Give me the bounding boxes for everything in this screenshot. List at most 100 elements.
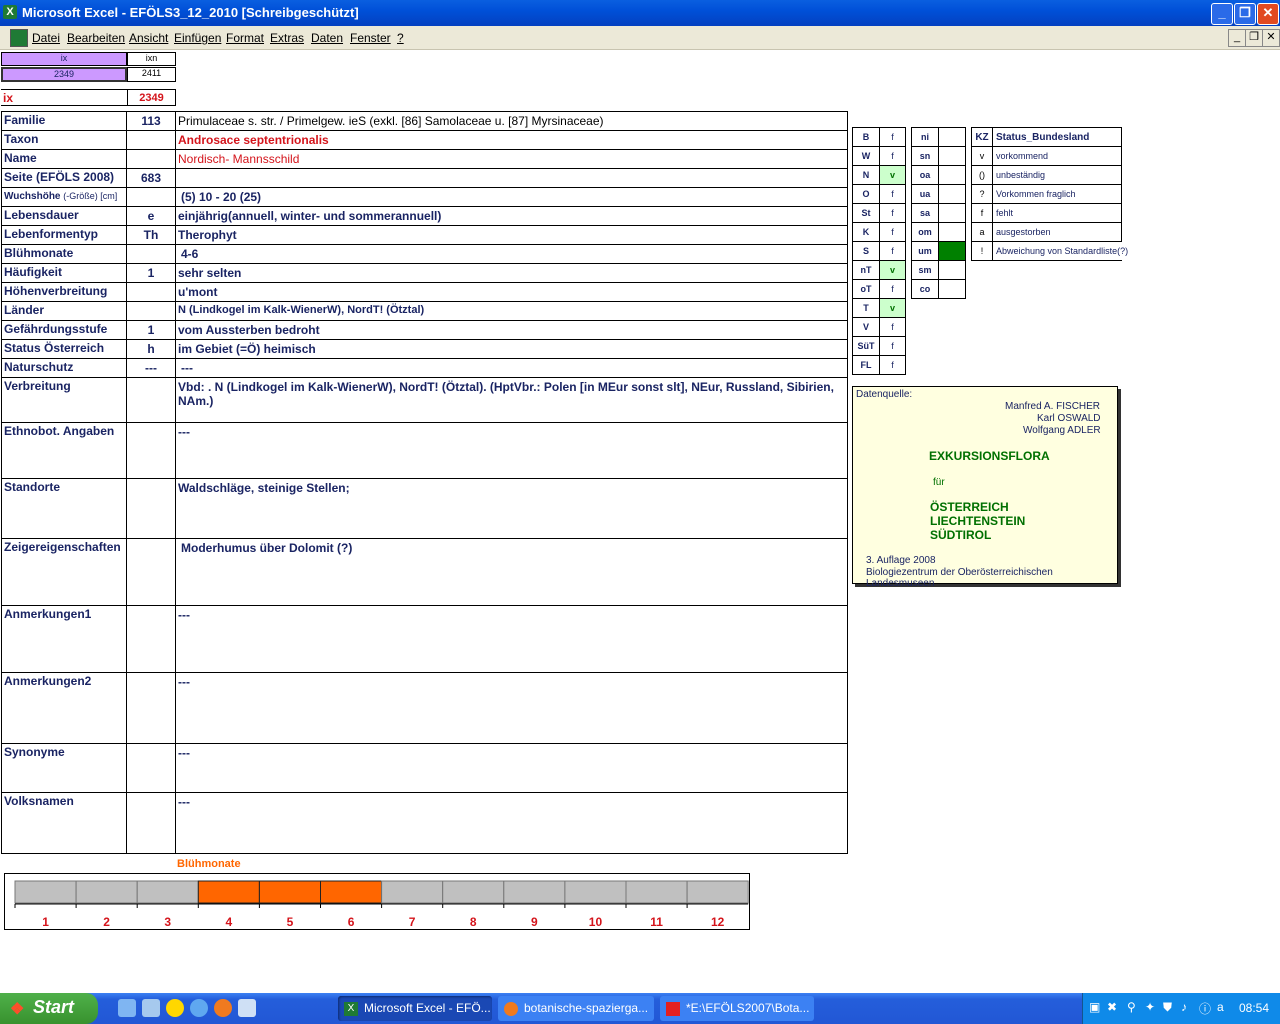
language-icon[interactable]: a — [1217, 1000, 1224, 1014]
row-code-ethnobot[interactable] — [126, 422, 176, 479]
row-code-wuchshoehe[interactable] — [126, 187, 176, 207]
row-value-lebenformentyp[interactable]: Therophyt — [175, 225, 848, 245]
row-value-gefaehrdungsstufe[interactable]: vom Aussterben bedroht — [175, 320, 848, 340]
task-explorer[interactable]: *E:\EFÖLS2007\Bota... — [660, 996, 814, 1021]
menu-extras[interactable]: Extras — [270, 31, 304, 45]
state-code-cell[interactable]: T — [852, 298, 880, 318]
row-code-name[interactable] — [126, 149, 176, 169]
row-value-status-oesterreich[interactable]: im Gebiet (=Ö) heimisch — [175, 339, 848, 359]
region-status-cell[interactable] — [938, 222, 966, 242]
state-code-cell[interactable]: W — [852, 146, 880, 166]
state-status-cell[interactable]: v — [879, 298, 906, 318]
state-code-cell[interactable]: S — [852, 241, 880, 261]
region-status-cell[interactable] — [938, 184, 966, 204]
row-value-naturschutz[interactable]: --- — [175, 358, 848, 378]
state-code-cell[interactable]: SüT — [852, 336, 880, 356]
region-code-cell[interactable]: ua — [911, 184, 939, 204]
state-status-cell[interactable]: f — [879, 184, 906, 204]
row-value-synonyme[interactable]: --- — [175, 743, 848, 793]
legend-label-cell[interactable]: ausgestorben — [992, 222, 1122, 242]
row-code-lebensdauer[interactable]: e — [126, 206, 176, 226]
row-code-status-oesterreich[interactable]: h — [126, 339, 176, 359]
row-value-laender[interactable]: N (Lindkogel im Kalk-WienerW), NordT! (Ö… — [175, 301, 848, 321]
row-value-familie[interactable]: Primulaceae s. str. / Primelgew. ieS (ex… — [175, 111, 848, 131]
state-status-cell[interactable]: f — [879, 241, 906, 261]
quicklaunch-desktop-icon[interactable] — [118, 999, 136, 1017]
legend-label-cell[interactable]: Vorkommen fraglich — [992, 184, 1122, 204]
legend-code-cell[interactable]: ? — [971, 184, 993, 204]
legend-code-cell[interactable]: ! — [971, 241, 993, 261]
quicklaunch-media-icon[interactable] — [166, 999, 184, 1017]
doc-restore-button[interactable]: ❐ — [1245, 29, 1263, 47]
region-status-cell[interactable] — [938, 127, 966, 147]
legend-code-cell[interactable]: a — [971, 222, 993, 242]
menu-daten[interactable]: Daten — [311, 31, 343, 45]
minimize-button[interactable]: _ — [1211, 3, 1233, 25]
region-code-cell[interactable]: oa — [911, 165, 939, 185]
excel-app-icon[interactable]: X — [3, 5, 17, 19]
state-code-cell[interactable]: B — [852, 127, 880, 147]
shield-icon[interactable]: ⛊ — [1163, 1000, 1172, 1015]
region-code-cell[interactable]: um — [911, 241, 939, 261]
state-status-cell[interactable]: f — [879, 336, 906, 356]
update-icon[interactable]: ✦ — [1145, 1000, 1155, 1014]
speaker-icon[interactable]: ♪ — [1181, 1000, 1187, 1014]
row-value-zeigereigenschaften[interactable]: Moderhumus über Dolomit (?) — [175, 538, 848, 606]
row-value-bluehmonate[interactable]: 4-6 — [175, 244, 848, 264]
row-value-volksnamen[interactable]: --- — [175, 792, 848, 854]
info-icon[interactable]: ⓘ — [1199, 1000, 1211, 1017]
ixn-value-cell[interactable]: 2411 — [127, 67, 176, 82]
menu-ansicht[interactable]: Ansicht — [129, 31, 168, 45]
region-status-cell[interactable] — [938, 146, 966, 166]
task-browser[interactable]: botanische-spazierga... — [498, 996, 654, 1021]
row-value-wuchshoehe[interactable]: (5) 10 - 20 (25) — [175, 187, 848, 207]
state-code-cell[interactable]: K — [852, 222, 880, 242]
state-status-cell[interactable]: f — [879, 317, 906, 337]
row-code-hoehenverbreitung[interactable] — [126, 282, 176, 302]
bloom-chart[interactable]: 1 2 3 4 5 6 7 8 9 10 11 12 — [4, 873, 750, 930]
region-code-cell[interactable]: ni — [911, 127, 939, 147]
state-code-cell[interactable]: St — [852, 203, 880, 223]
ix-value-cell[interactable]: 2349 — [1, 67, 127, 82]
row-value-hoehenverbreitung[interactable]: u'mont — [175, 282, 848, 302]
region-status-cell[interactable] — [938, 165, 966, 185]
start-button[interactable]: ❖ Start — [0, 993, 98, 1024]
row-code-naturschutz[interactable]: --- — [126, 358, 176, 378]
legend-label-cell[interactable]: vorkommend — [992, 146, 1122, 166]
region-code-cell[interactable]: sm — [911, 260, 939, 280]
network-icon[interactable]: ▣ — [1089, 1000, 1100, 1014]
row-code-anmerkungen2[interactable] — [126, 672, 176, 744]
row-value-verbreitung[interactable]: Vbd: . N (Lindkogel im Kalk-WienerW), No… — [175, 377, 848, 423]
close-button[interactable]: ✕ — [1257, 3, 1279, 25]
row-code-laender[interactable] — [126, 301, 176, 321]
region-code-cell[interactable]: om — [911, 222, 939, 242]
region-status-cell[interactable] — [938, 203, 966, 223]
row-code-verbreitung[interactable] — [126, 377, 176, 423]
region-status-cell[interactable] — [938, 279, 966, 299]
row-value-ethnobot[interactable]: --- — [175, 422, 848, 479]
restore-button[interactable]: ❐ — [1234, 3, 1256, 25]
row-value-lebensdauer[interactable]: einjährig(annuell, winter- und sommerann… — [175, 206, 848, 226]
legend-label-cell[interactable]: Abweichung von Standardliste(?) — [992, 241, 1128, 261]
quicklaunch-outlook-icon[interactable] — [238, 999, 256, 1017]
state-code-cell[interactable]: nT — [852, 260, 880, 280]
row-value-anmerkungen1[interactable]: --- — [175, 605, 848, 673]
row-code-zeigereigenschaften[interactable] — [126, 538, 176, 606]
quicklaunch-ie-icon[interactable] — [190, 999, 208, 1017]
region-status-cell[interactable] — [938, 260, 966, 280]
row-value-name[interactable]: Nordisch- Mannsschild — [175, 149, 848, 169]
row-code-gefaehrdungsstufe[interactable]: 1 — [126, 320, 176, 340]
ix-header[interactable]: ix — [1, 52, 127, 66]
row-code-familie[interactable]: 113 — [126, 111, 176, 131]
doc-close-button[interactable]: ✕ — [1262, 29, 1280, 47]
doc-minimize-button[interactable]: _ — [1228, 29, 1246, 47]
state-status-cell[interactable]: f — [879, 146, 906, 166]
state-code-cell[interactable]: N — [852, 165, 880, 185]
state-status-cell[interactable]: f — [879, 203, 906, 223]
legend-label-cell[interactable]: unbeständig — [992, 165, 1122, 185]
security-icon[interactable]: ✖ — [1107, 1000, 1117, 1014]
row-code-seite[interactable]: 683 — [126, 168, 176, 188]
row-code-haeufigkeit[interactable]: 1 — [126, 263, 176, 283]
state-status-cell[interactable]: f — [879, 279, 906, 299]
row-code-standorte[interactable] — [126, 478, 176, 539]
